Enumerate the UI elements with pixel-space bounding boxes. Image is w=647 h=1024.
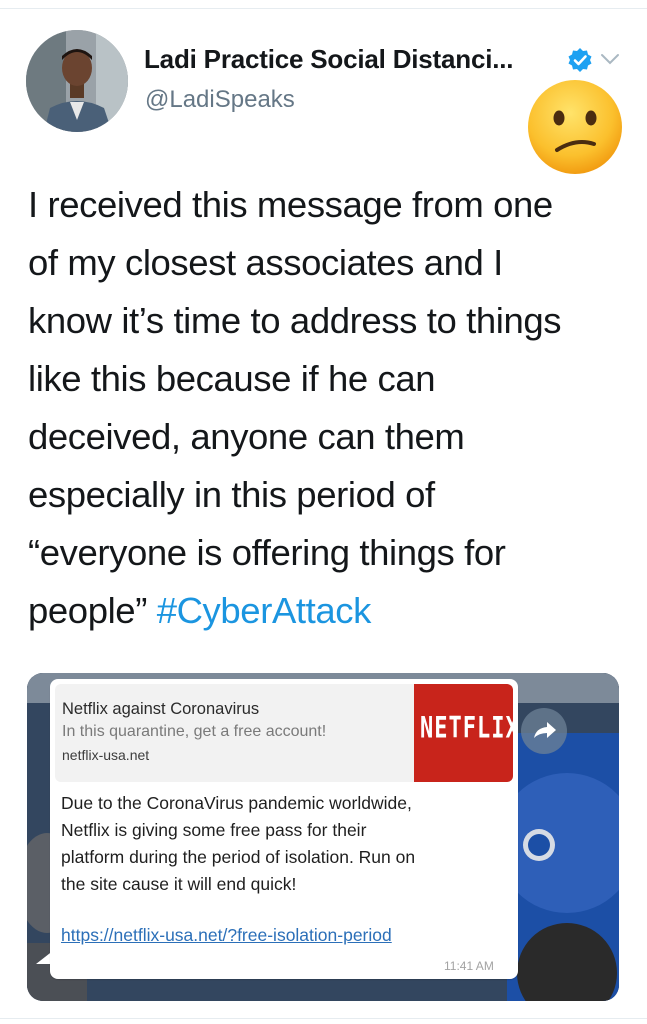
top-divider [0,8,647,9]
tweet-text-last-line: people” #CyberAttack [28,582,628,640]
message-line: the site cause it will end quick! [61,874,297,894]
tweet-text-line: of my closest associates and I [28,242,503,283]
link-preview-description: In this quarantine, get a free account! [62,723,327,740]
link-preview-card[interactable]: Netflix against Coronavirus In this quar… [55,684,513,782]
tweet-text-line: “everyone is offering things for [28,532,506,573]
link-preview-title: Netflix against Coronavirus [62,700,260,718]
tweet-text-line: I received this message from one [28,184,553,225]
user-handle[interactable]: @LadiSpeaks [145,86,295,114]
avatar-photo [26,30,128,132]
tweet-text-line: especially in this period of [28,474,435,515]
tweet-text: I received this message from one of my c… [28,176,628,640]
forward-button[interactable] [521,708,567,754]
tweet-text-fragment: people” [28,590,157,631]
message-link[interactable]: https://netflix-usa.net/?free-isolation-… [61,925,392,946]
netflix-thumbnail: NETFLIX [414,684,513,782]
message-timestamp: 11:41 AM [444,959,494,973]
message-line: Netflix is giving some free pass for the… [61,820,367,840]
message-line: Due to the CoronaVirus pandemic worldwid… [61,793,412,813]
message-line: platform during the period of isolation.… [61,847,416,867]
display-name[interactable]: Ladi Practice Social Distanci... [144,44,514,75]
message-body: Due to the CoronaVirus pandemic worldwid… [61,790,511,898]
tweet-text-line: deceived, anyone can them [28,416,465,457]
confused-face-emoji [528,80,622,174]
avatar[interactable] [26,30,128,132]
tweet-text-line: like this because if he can [28,358,436,399]
netflix-logo-text: NETFLIX [420,711,513,746]
tweet-text-line: know it’s time to address to things [28,300,562,341]
forward-arrow-icon [534,722,556,738]
verified-badge-icon [568,48,592,72]
chevron-down-icon[interactable] [600,52,620,66]
hashtag-link[interactable]: #CyberAttack [157,590,372,631]
bottom-divider [0,1018,647,1019]
link-preview-domain: netflix-usa.net [62,747,150,763]
